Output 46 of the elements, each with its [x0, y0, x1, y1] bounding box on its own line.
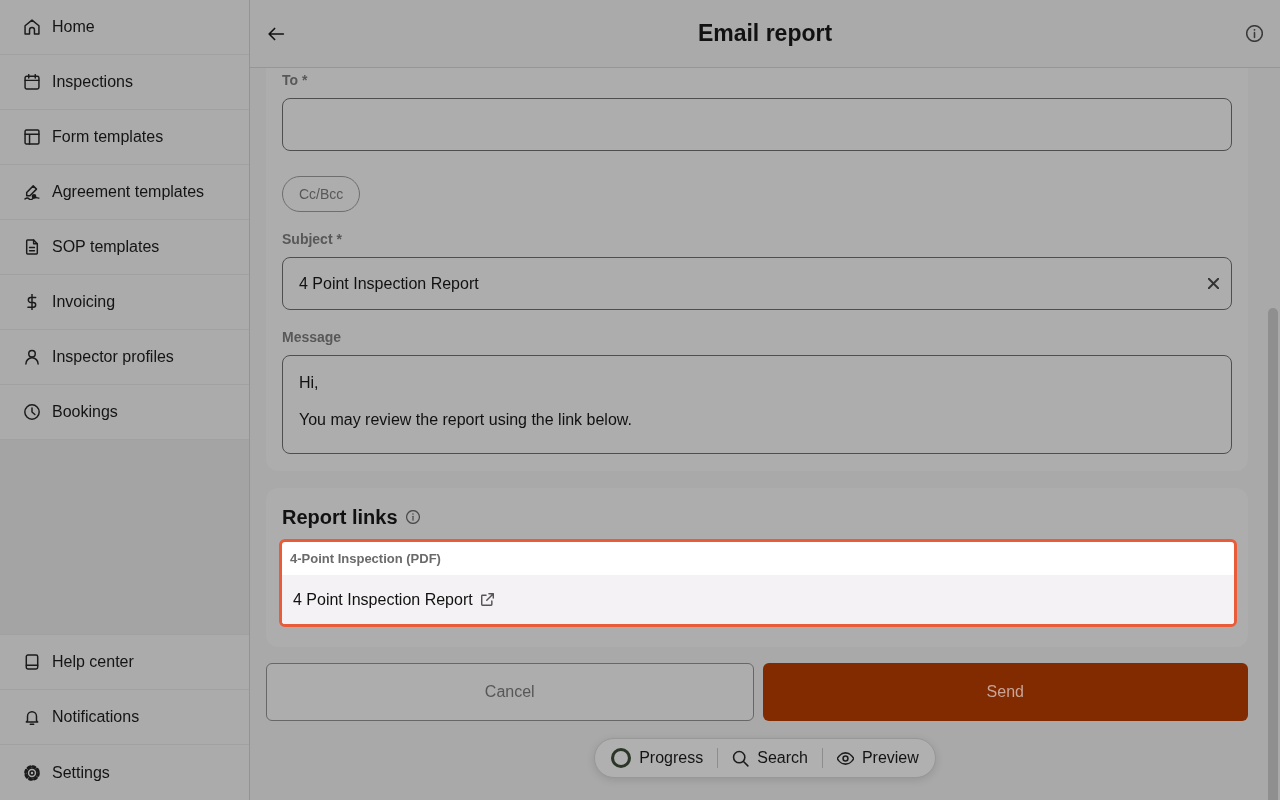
section-title: Report links [282, 505, 398, 529]
input-field[interactable] [282, 98, 1232, 151]
sidebar-item[interactable]: Inspections [0, 55, 249, 110]
book-icon [24, 654, 40, 670]
toolbar-button[interactable]: Preview [822, 743, 933, 773]
sidebar-item[interactable]: Settings [0, 745, 249, 800]
info-icon [405, 510, 420, 524]
send-button[interactable]: Send [762, 663, 1248, 721]
sidebar-item[interactable]: Agreement templates [0, 165, 249, 220]
home-icon [24, 19, 40, 35]
sidebar-item[interactable]: Home [0, 0, 249, 55]
message-text: Hi, [299, 373, 319, 393]
external-link-icon [480, 593, 494, 606]
field-label: Subject * [282, 231, 343, 248]
sidebar-item[interactable]: SOP templates [0, 220, 249, 275]
person-icon [24, 349, 40, 365]
layout-icon [24, 129, 40, 145]
sidebar-item[interactable]: Form templates [0, 110, 249, 165]
sidebar-item[interactable]: Notifications [0, 690, 249, 745]
clock-icon [24, 404, 40, 420]
page-title: Email report [697, 20, 833, 47]
gear-icon [24, 764, 40, 781]
pen-icon [24, 184, 40, 200]
message-text: You may review the report using the link below. [299, 410, 632, 430]
toolbar-button[interactable]: Progress [597, 743, 718, 773]
info-button[interactable] [1246, 25, 1263, 42]
field-label: To * [282, 72, 309, 89]
close-icon [1208, 278, 1219, 289]
toolbar-button[interactable]: Search [718, 743, 822, 773]
sidebar-item[interactable]: Inspector profiles [0, 330, 249, 385]
bell-icon [24, 709, 40, 725]
sidebar-item[interactable]: Invoicing [0, 275, 249, 330]
ring-icon [611, 748, 632, 768]
input-field[interactable]: 4 Point Inspection Report [282, 257, 1232, 310]
report-link[interactable]: 4 Point Inspection Report [293, 590, 494, 609]
message-field[interactable]: Hi, You may review the report using the link below. [282, 355, 1232, 454]
sidebar-item[interactable]: Help center [0, 634, 249, 690]
scrollbar-thumb[interactable] [1268, 308, 1278, 800]
calendar-icon [24, 74, 40, 90]
group-label: 4-Point Inspection (PDF) [289, 550, 442, 568]
search-icon [732, 749, 750, 767]
info-icon [1246, 25, 1263, 42]
eye-icon [836, 749, 854, 767]
field-label: Message [282, 329, 343, 346]
document-icon [24, 239, 40, 255]
clear-button[interactable] [1208, 278, 1219, 289]
